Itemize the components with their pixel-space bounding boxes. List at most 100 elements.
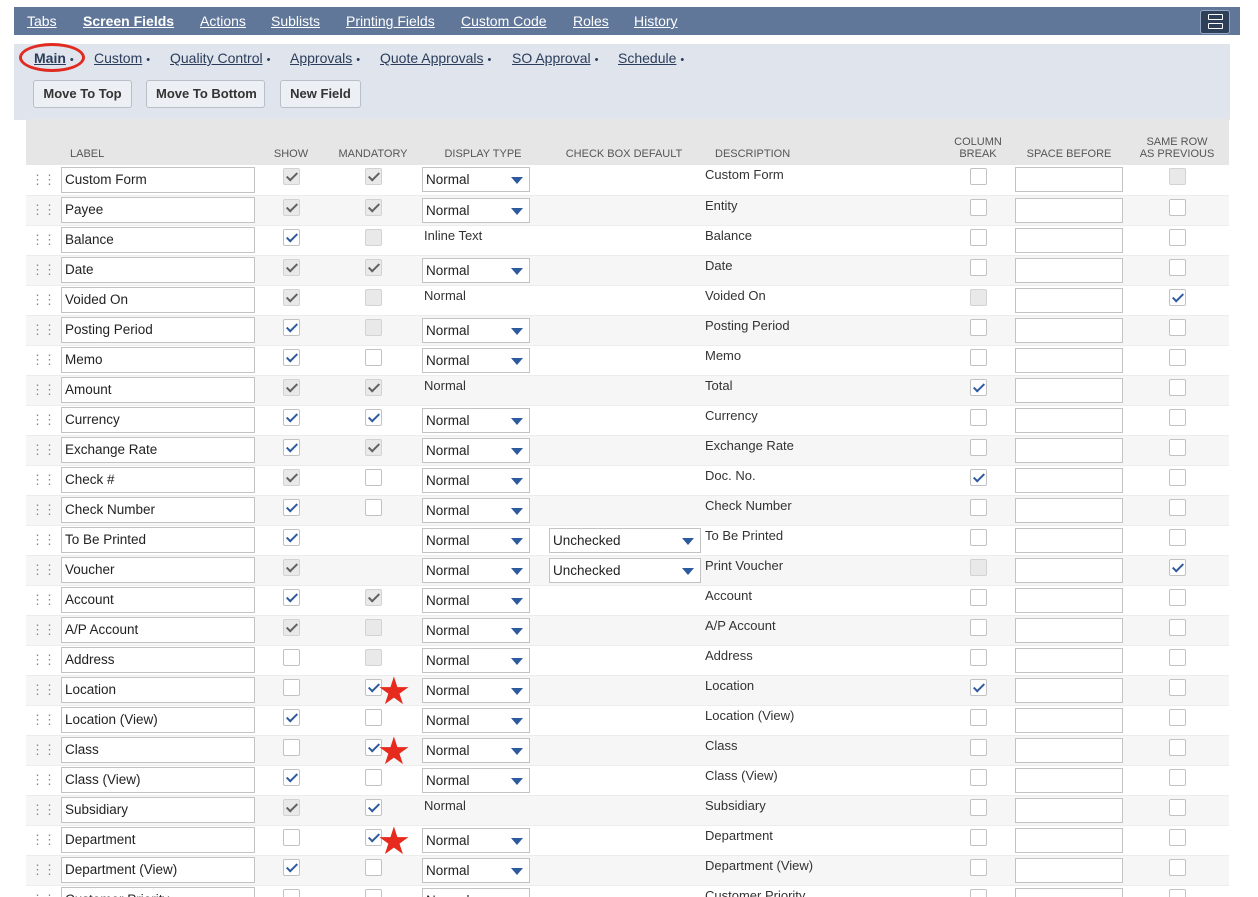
same-row-checkbox[interactable] <box>1168 708 1186 726</box>
show-checkbox[interactable] <box>282 708 300 726</box>
display-type-select[interactable]: Normal <box>422 857 530 883</box>
drag-handle-icon[interactable]: ⋮⋮ <box>26 885 60 897</box>
same-row-checkbox[interactable] <box>1168 198 1186 216</box>
move-to-bottom-button[interactable]: Move To Bottom <box>146 80 265 108</box>
label-input[interactable]: Customer Priority <box>61 887 255 897</box>
column-break-checkbox[interactable] <box>969 438 987 456</box>
same-row-checkbox[interactable] <box>1168 468 1186 486</box>
label-input[interactable]: To Be Printed <box>61 527 255 553</box>
space-before-input[interactable] <box>1015 197 1123 223</box>
same-row-checkbox[interactable] <box>1168 348 1186 366</box>
drag-handle-icon[interactable]: ⋮⋮ <box>26 255 60 286</box>
tab-screen-fields[interactable]: Screen Fields <box>83 7 174 35</box>
checkbox-default-select[interactable]: Unchecked <box>549 527 701 553</box>
space-before-input[interactable] <box>1015 527 1123 553</box>
new-field-button[interactable]: New Field <box>280 80 361 108</box>
show-checkbox[interactable] <box>282 438 300 456</box>
label-input[interactable]: Custom Form <box>61 166 255 193</box>
space-before-input[interactable] <box>1015 227 1123 253</box>
display-type-select[interactable]: Normal <box>422 677 530 703</box>
column-break-checkbox[interactable] <box>969 678 987 696</box>
mandatory-checkbox[interactable] <box>364 708 382 726</box>
column-break-checkbox[interactable] <box>969 468 987 486</box>
space-before-input[interactable] <box>1015 407 1123 433</box>
drag-handle-icon[interactable]: ⋮⋮ <box>26 675 60 706</box>
space-before-input[interactable] <box>1015 647 1123 673</box>
show-checkbox[interactable] <box>282 498 300 516</box>
drag-handle-icon[interactable]: ⋮⋮ <box>26 585 60 616</box>
display-type-select[interactable]: Normal <box>422 527 530 553</box>
subtab-so-approval[interactable]: SO Approval • <box>512 44 598 72</box>
space-before-input[interactable] <box>1015 257 1123 283</box>
space-before-input[interactable] <box>1015 797 1123 823</box>
column-break-checkbox[interactable] <box>969 888 987 897</box>
same-row-checkbox[interactable] <box>1168 558 1186 576</box>
display-type-select[interactable]: Normal <box>422 467 530 493</box>
space-before-input[interactable] <box>1015 677 1123 703</box>
display-type-select[interactable]: Normal <box>422 737 530 763</box>
column-break-checkbox[interactable] <box>969 798 987 816</box>
label-input[interactable]: Location (View) <box>61 707 255 733</box>
drag-handle-icon[interactable]: ⋮⋮ <box>26 795 60 826</box>
subtab-quote-approvals[interactable]: Quote Approvals • <box>380 44 491 72</box>
same-row-checkbox[interactable] <box>1168 498 1186 516</box>
same-row-checkbox[interactable] <box>1168 438 1186 456</box>
column-break-checkbox[interactable] <box>969 408 987 426</box>
drag-handle-icon[interactable]: ⋮⋮ <box>26 375 60 406</box>
same-row-checkbox[interactable] <box>1168 228 1186 246</box>
space-before-input[interactable] <box>1015 497 1123 523</box>
drag-handle-icon[interactable]: ⋮⋮ <box>26 615 60 646</box>
display-type-select[interactable]: Normal <box>422 437 530 463</box>
mandatory-checkbox[interactable] <box>364 798 382 816</box>
display-type-select[interactable]: Normal <box>422 557 530 583</box>
column-break-checkbox[interactable] <box>969 708 987 726</box>
show-checkbox[interactable] <box>282 348 300 366</box>
label-input[interactable]: Check Number <box>61 497 255 523</box>
space-before-input[interactable] <box>1015 317 1123 343</box>
show-checkbox[interactable] <box>282 318 300 336</box>
space-before-input[interactable] <box>1015 377 1123 403</box>
space-before-input[interactable] <box>1015 617 1123 643</box>
drag-handle-icon[interactable]: ⋮⋮ <box>26 855 60 886</box>
drag-handle-icon[interactable]: ⋮⋮ <box>26 735 60 766</box>
drag-handle-icon[interactable]: ⋮⋮ <box>26 705 60 736</box>
same-row-checkbox[interactable] <box>1168 408 1186 426</box>
move-to-top-button[interactable]: Move To Top <box>33 80 132 108</box>
label-input[interactable]: Payee <box>61 197 255 223</box>
show-checkbox[interactable] <box>282 648 300 666</box>
show-checkbox[interactable] <box>282 738 300 756</box>
display-type-select[interactable]: Normal <box>422 197 530 223</box>
column-break-checkbox[interactable] <box>969 498 987 516</box>
space-before-input[interactable] <box>1015 707 1123 733</box>
label-input[interactable]: Class <box>61 737 255 763</box>
label-input[interactable]: Department (View) <box>61 857 255 883</box>
drag-handle-icon[interactable]: ⋮⋮ <box>26 345 60 376</box>
label-input[interactable]: Exchange Rate <box>61 437 255 463</box>
drag-handle-icon[interactable]: ⋮⋮ <box>26 555 60 586</box>
space-before-input[interactable] <box>1015 287 1123 313</box>
column-break-checkbox[interactable] <box>969 198 987 216</box>
same-row-checkbox[interactable] <box>1168 888 1186 897</box>
label-input[interactable]: Currency <box>61 407 255 433</box>
same-row-checkbox[interactable] <box>1168 378 1186 396</box>
same-row-checkbox[interactable] <box>1168 768 1186 786</box>
space-before-input[interactable] <box>1015 827 1123 853</box>
drag-handle-icon[interactable]: ⋮⋮ <box>26 765 60 796</box>
drag-handle-icon[interactable]: ⋮⋮ <box>26 495 60 526</box>
label-input[interactable]: Location <box>61 677 255 703</box>
show-checkbox[interactable] <box>282 678 300 696</box>
drag-handle-icon[interactable]: ⋮⋮ <box>26 435 60 466</box>
display-type-select[interactable]: Normal <box>422 497 530 523</box>
drag-handle-icon[interactable]: ⋮⋮ <box>26 165 60 196</box>
tab-printing-fields[interactable]: Printing Fields <box>346 7 435 35</box>
show-checkbox[interactable] <box>282 888 300 897</box>
drag-handle-icon[interactable]: ⋮⋮ <box>26 195 60 226</box>
show-checkbox[interactable] <box>282 768 300 786</box>
drag-handle-icon[interactable]: ⋮⋮ <box>26 465 60 496</box>
column-break-checkbox[interactable] <box>969 858 987 876</box>
show-checkbox[interactable] <box>282 858 300 876</box>
same-row-checkbox[interactable] <box>1168 528 1186 546</box>
label-input[interactable]: Date <box>61 257 255 283</box>
label-input[interactable]: Class (View) <box>61 767 255 793</box>
column-break-checkbox[interactable] <box>969 258 987 276</box>
